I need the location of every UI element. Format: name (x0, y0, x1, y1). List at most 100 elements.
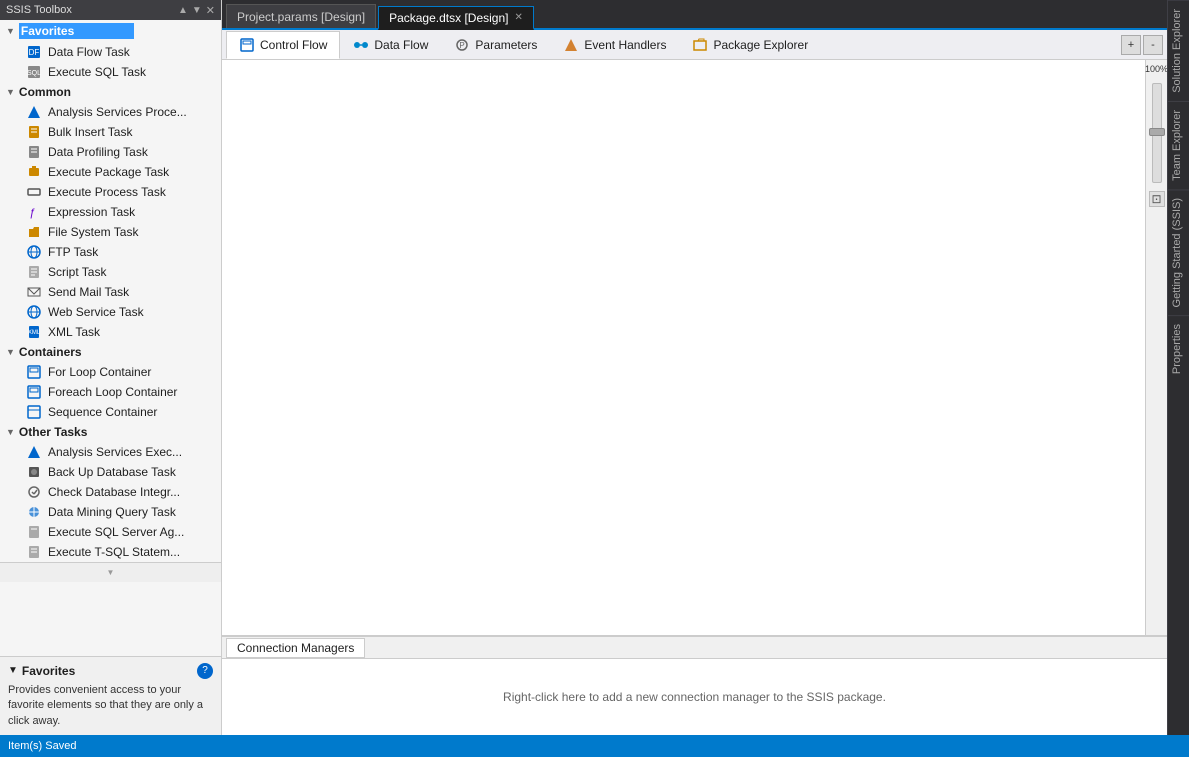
item-execute-sql-task[interactable]: SQL Execute SQL Task (0, 62, 221, 82)
item-ftp-task[interactable]: FTP Task (0, 242, 221, 262)
other-tasks-items: Analysis Services Exec... Back Up Databa… (0, 442, 221, 562)
data-flow-tab-icon (353, 37, 369, 53)
expression-task-label: Expression Task (48, 205, 135, 219)
tab-corner-buttons: + - (1121, 35, 1163, 55)
design-canvas[interactable] (222, 60, 1145, 635)
item-back-up-database-task[interactable]: Back Up Database Task (0, 462, 221, 482)
item-execute-package-task[interactable]: Execute Package Task (0, 162, 221, 182)
send-mail-task-label: Send Mail Task (48, 285, 129, 299)
analysis-services-proc-label: Analysis Services Proce... (48, 105, 187, 119)
sequence-container-icon (26, 404, 42, 420)
item-sequence-container[interactable]: Sequence Container (0, 402, 221, 422)
section-containers[interactable]: ▼ Containers (0, 342, 221, 362)
connection-managers-panel: Connection Managers Right-click here to … (222, 635, 1167, 735)
sidebar-item-getting-started[interactable]: Getting Started (SSIS) (1168, 189, 1189, 315)
web-service-task-label: Web Service Task (48, 305, 144, 319)
item-data-profiling-task[interactable]: Data Profiling Task (0, 142, 221, 162)
data-mining-label: Data Mining Query Task (48, 505, 176, 519)
doc-tab-project-params[interactable]: Project.params [Design] (226, 4, 376, 28)
toolbox-pin-icon[interactable]: ▲ (178, 5, 188, 16)
designer-area: Control Flow Data Flow P Parameters (222, 30, 1167, 735)
web-service-task-icon (26, 304, 42, 320)
package-explorer-tab-label: Package Explorer (713, 38, 808, 52)
sidebar-item-properties[interactable]: Properties (1168, 315, 1189, 382)
analysis-services-exec-label: Analysis Services Exec... (48, 445, 182, 459)
section-common[interactable]: ▼ Common (0, 82, 221, 102)
footer-title: Favorites (22, 664, 75, 678)
foreach-loop-label: Foreach Loop Container (48, 385, 177, 399)
item-for-loop-container[interactable]: For Loop Container (0, 362, 221, 382)
package-dtsx-close[interactable]: ✕ (514, 12, 522, 23)
designer-tabs-bar: Control Flow Data Flow P Parameters (222, 30, 1167, 60)
back-up-database-label: Back Up Database Task (48, 465, 176, 479)
zoom-track[interactable] (1152, 83, 1162, 183)
item-file-system-task[interactable]: File System Task (0, 222, 221, 242)
doc-tab-package-dtsx[interactable]: Package.dtsx [Design] ✕ (378, 6, 534, 30)
execute-package-task-icon (26, 164, 42, 180)
tab-control-flow[interactable]: Control Flow (226, 31, 340, 59)
connection-managers-tab[interactable]: Connection Managers (226, 638, 365, 658)
back-up-database-icon (26, 464, 42, 480)
toolbox-menu-icon[interactable]: ▼ (192, 5, 202, 16)
script-task-icon (26, 264, 42, 280)
execute-process-task-label: Execute Process Task (48, 185, 166, 199)
item-analysis-services-proc[interactable]: Analysis Services Proce... (0, 102, 221, 122)
item-foreach-loop-container[interactable]: Foreach Loop Container (0, 382, 221, 402)
item-expression-task[interactable]: ƒ Expression Task (0, 202, 221, 222)
item-check-database-integ[interactable]: Check Database Integr... (0, 482, 221, 502)
tab-data-flow[interactable]: Data Flow (340, 31, 441, 59)
tab-zoom-out-btn[interactable]: - (1143, 35, 1163, 55)
parameters-tab-label: Parameters (475, 38, 537, 52)
sequence-container-label: Sequence Container (48, 405, 157, 419)
event-handlers-tab-label: Event Handlers (584, 38, 666, 52)
data-flow-task-icon: DF (26, 44, 42, 60)
item-xml-task[interactable]: XML XML Task (0, 322, 221, 342)
footer-collapse-icon[interactable]: ▼ (8, 665, 18, 676)
toolbox-close-icon[interactable]: ✕ (206, 4, 215, 17)
tab-event-handlers[interactable]: Event Handlers (550, 31, 679, 59)
zoom-thumb[interactable] (1149, 128, 1165, 136)
data-flow-tab-label: Data Flow (374, 38, 428, 52)
common-arrow: ▼ (6, 87, 15, 97)
section-other-tasks[interactable]: ▼ Other Tasks (0, 422, 221, 442)
tab-parameters[interactable]: P Parameters (441, 31, 550, 59)
properties-label: Properties (1171, 324, 1183, 374)
data-flow-task-label: Data Flow Task (48, 45, 130, 59)
execute-process-task-icon (26, 184, 42, 200)
fit-to-page-btn[interactable]: ⊡ (1149, 191, 1165, 207)
right-vertical-tabs: Solution Explorer Team Explorer Getting … (1167, 0, 1189, 735)
svg-text:DF: DF (29, 48, 40, 57)
status-message: Item(s) Saved (8, 740, 76, 752)
footer-help-icon[interactable]: ? (197, 663, 213, 679)
connection-managers-content[interactable]: Right-click here to add a new connection… (222, 659, 1167, 735)
sidebar-item-solution-explorer[interactable]: Solution Explorer (1168, 0, 1189, 101)
event-handlers-tab-icon (563, 37, 579, 53)
tab-package-explorer[interactable]: Package Explorer (679, 31, 821, 59)
item-analysis-services-exec[interactable]: Analysis Services Exec... (0, 442, 221, 462)
section-favorites[interactable]: ▼ Favorites (0, 20, 221, 42)
file-system-task-label: File System Task (48, 225, 138, 239)
item-execute-process-task[interactable]: Execute Process Task (0, 182, 221, 202)
sidebar-item-team-explorer[interactable]: Team Explorer (1168, 101, 1189, 189)
team-explorer-label: Team Explorer (1171, 110, 1183, 181)
toolbox-panel: SSIS Toolbox ▲ ▼ ✕ ▼ Favorites DF (0, 0, 222, 735)
item-data-mining-query-task[interactable]: Data Mining Query Task (0, 502, 221, 522)
tab-zoom-in-btn[interactable]: + (1121, 35, 1141, 55)
item-web-service-task[interactable]: Web Service Task (0, 302, 221, 322)
file-system-task-icon (26, 224, 42, 240)
item-execute-sql-server-ag[interactable]: Execute SQL Server Ag... (0, 522, 221, 542)
zoom-level: 100% (1145, 64, 1167, 75)
solution-explorer-label: Solution Explorer (1171, 9, 1183, 93)
svg-text:P: P (460, 41, 465, 50)
check-database-icon (26, 484, 42, 500)
execute-sql-server-icon (26, 524, 42, 540)
foreach-loop-icon (26, 384, 42, 400)
item-data-flow-task[interactable]: DF Data Flow Task (0, 42, 221, 62)
item-execute-t-sql-statem[interactable]: Execute T-SQL Statem... (0, 542, 221, 562)
item-bulk-insert-task[interactable]: Bulk Insert Task (0, 122, 221, 142)
item-script-task[interactable]: Script Task (0, 262, 221, 282)
canvas-area: 100% ⊡ (222, 60, 1167, 635)
item-send-mail-task[interactable]: Send Mail Task (0, 282, 221, 302)
center-wrapper: Project.params [Design] Package.dtsx [De… (222, 0, 1167, 735)
svg-text:XML: XML (28, 330, 41, 336)
